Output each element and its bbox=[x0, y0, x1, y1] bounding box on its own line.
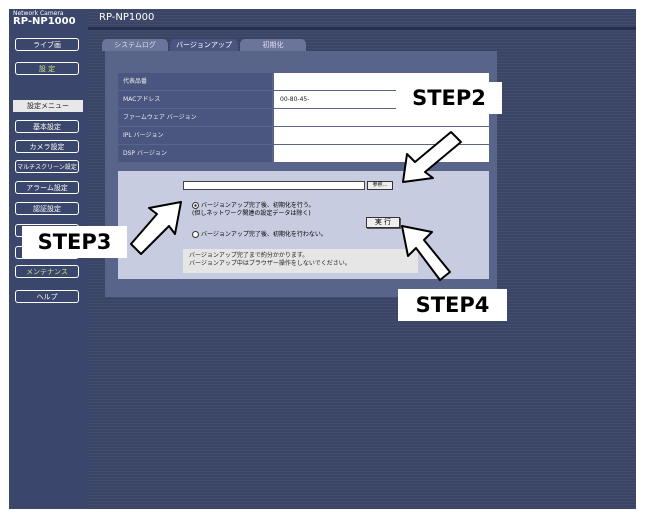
info-label: ファームウェア バージョン bbox=[118, 109, 272, 126]
step2-callout: STEP2 bbox=[396, 82, 502, 114]
option-initialize-note: (但しネットワーク関連の設定データは除く) bbox=[192, 210, 311, 217]
step4-arrow-icon bbox=[401, 225, 451, 281]
info-label: MACアドレス bbox=[118, 91, 272, 108]
option-no-initialize-label: バージョンアップ完了後、初期化を行わない。 bbox=[201, 231, 327, 238]
settings-menu-header: 設定メニュー bbox=[13, 100, 83, 112]
tab-initialize[interactable]: 初期化 bbox=[240, 39, 306, 51]
app-window: Network Camera RP-NP1000 ライブ画 設 定 設定メニュー… bbox=[9, 9, 636, 509]
firmware-file-input[interactable] bbox=[183, 181, 365, 190]
settings-button[interactable]: 設 定 bbox=[15, 62, 79, 75]
notice-line: バージョンアップ完了まで約分かかります。 bbox=[189, 252, 309, 259]
info-label: 代表品番 bbox=[118, 73, 272, 90]
brand-model: RP-NP1000 bbox=[13, 16, 76, 27]
step3-callout: STEP3 bbox=[22, 226, 127, 258]
main-area: RP-NP1000 システムログ バージョンアップ 初期化 代表品番 MACアド… bbox=[88, 9, 636, 509]
live-view-button[interactable]: ライブ画 bbox=[15, 38, 79, 51]
radio-checked-icon[interactable] bbox=[192, 202, 199, 209]
sidebar: Network Camera RP-NP1000 ライブ画 設 定 設定メニュー… bbox=[9, 9, 88, 509]
sidebar-item-maintenance[interactable]: メンテナンス bbox=[15, 265, 79, 278]
info-label: IPL バージョン bbox=[118, 127, 272, 144]
info-label: DSP バージョン bbox=[118, 145, 272, 162]
execute-button[interactable]: 実 行 bbox=[366, 217, 400, 228]
step4-callout: STEP4 bbox=[398, 289, 507, 321]
tab-system-log[interactable]: システムログ bbox=[102, 39, 168, 51]
help-button[interactable]: ヘルプ bbox=[15, 290, 79, 303]
option-no-initialize[interactable]: バージョンアップ完了後、初期化を行わない。 bbox=[192, 231, 327, 238]
sidebar-item-camera[interactable]: カメラ設定 bbox=[15, 140, 79, 153]
page: Network Camera RP-NP1000 ライブ画 設 定 設定メニュー… bbox=[0, 0, 645, 518]
step2-arrow-icon bbox=[402, 131, 462, 183]
sidebar-item-alarm[interactable]: アラーム設定 bbox=[15, 181, 79, 194]
update-notice: バージョンアップ完了まで約分かかります。 バージョンアップ中はブラウザー操作をし… bbox=[183, 249, 418, 273]
notice-line: バージョンアップ中はブラウザー操作をしないでください。 bbox=[189, 260, 351, 267]
browse-button[interactable]: 参照... bbox=[367, 181, 393, 190]
sidebar-item-basic[interactable]: 基本設定 bbox=[15, 120, 79, 133]
radio-unchecked-icon[interactable] bbox=[192, 231, 199, 238]
step3-arrow-icon bbox=[130, 201, 182, 255]
option-initialize[interactable]: バージョンアップ完了後、初期化を行う。 bbox=[192, 202, 315, 209]
tab-version-up[interactable]: バージョンアップ bbox=[170, 39, 238, 51]
option-initialize-label: バージョンアップ完了後、初期化を行う。 bbox=[201, 202, 315, 209]
sidebar-item-auth[interactable]: 認証設定 bbox=[15, 202, 79, 215]
page-title: RP-NP1000 bbox=[99, 12, 155, 23]
title-bar-divider bbox=[88, 27, 636, 30]
sidebar-item-multiscreen[interactable]: マルチスクリーン設定 bbox=[15, 160, 79, 173]
